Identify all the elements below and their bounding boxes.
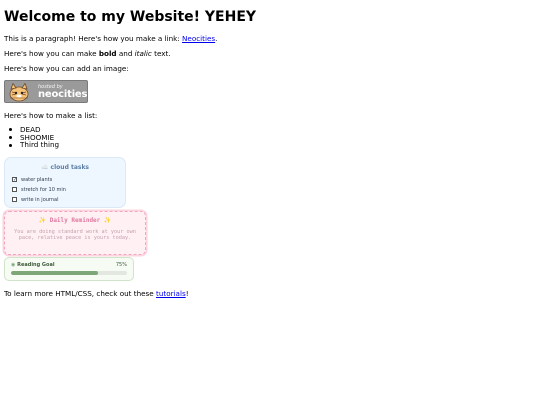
page-title: Welcome to my Website! YEHEY: [4, 9, 257, 25]
paragraph-list: Here's how to make a list:: [4, 111, 98, 120]
progress-fill: [11, 271, 98, 275]
footer-text: To learn more HTML/CSS, check out these: [4, 289, 157, 298]
checkbox-checked-icon[interactable]: ✓: [12, 177, 17, 183]
checkbox-icon[interactable]: [12, 187, 17, 192]
reminder-body: You are doing standard work at your own …: [14, 229, 136, 242]
footer-paragraph: To learn more HTML/CSS, check out these …: [4, 289, 189, 299]
list-item: Third thing: [9, 141, 59, 149]
formatting-text-c: text.: [151, 49, 171, 58]
paragraph-image: Here's how you can add an image:: [4, 64, 129, 73]
task-item-journal[interactable]: write in journal: [12, 197, 59, 203]
reading-goal-card: ◉ Reading Goal 75%: [4, 257, 134, 281]
cloud-tasks-card: ☁️ cloud tasks ✓ water plants stretch for…: [4, 157, 126, 208]
cat-mascot-icon: [9, 83, 29, 102]
task-label: write in journal: [21, 197, 59, 203]
formatting-text-a: Here's how you can make: [4, 49, 99, 58]
paragraph-link: This is a paragraph! Here's how you make…: [4, 34, 217, 44]
task-item-water-plants[interactable]: ✓ water plants: [12, 177, 52, 183]
task-item-stretch[interactable]: stretch for 10 min: [12, 187, 66, 193]
progress-track: [11, 271, 127, 275]
task-label: stretch for 10 min: [21, 187, 66, 193]
daily-reminder-card: ✨ Daily Reminder ✨ You are doing standar…: [4, 211, 146, 255]
badge-big-text: neocities: [38, 89, 88, 100]
paragraph-end: .: [215, 34, 218, 43]
bullet-list: DEAD SHOOMIE Third thing: [9, 126, 59, 149]
tutorials-link[interactable]: tutorials: [156, 289, 186, 298]
footer-end: !: [185, 289, 189, 298]
hosted-by-neocities-badge[interactable]: hosted by neocities: [4, 80, 88, 103]
page: Welcome to my Website! YEHEY This is a p…: [0, 0, 540, 405]
task-label: water plants: [21, 177, 53, 183]
reading-goal-label: ◉ Reading Goal: [11, 262, 55, 268]
checkbox-icon[interactable]: [12, 197, 17, 202]
bold-text: bold: [98, 49, 117, 58]
paragraph-text: This is a paragraph! Here's how you make…: [4, 34, 183, 43]
reading-goal-percent: 75%: [115, 262, 127, 268]
book-icon: ◉: [11, 262, 16, 268]
reminder-title: ✨ Daily Reminder ✨: [38, 217, 112, 224]
reading-goal-text: Reading Goal: [17, 262, 55, 268]
italic-text: italic: [134, 49, 152, 58]
paragraph-formatting: Here's how you can make bold and italic …: [4, 49, 171, 59]
cloud-tasks-title: ☁️ cloud tasks: [41, 164, 89, 171]
neocities-link[interactable]: Neocities: [182, 34, 215, 43]
formatting-text-b: and: [116, 49, 135, 58]
